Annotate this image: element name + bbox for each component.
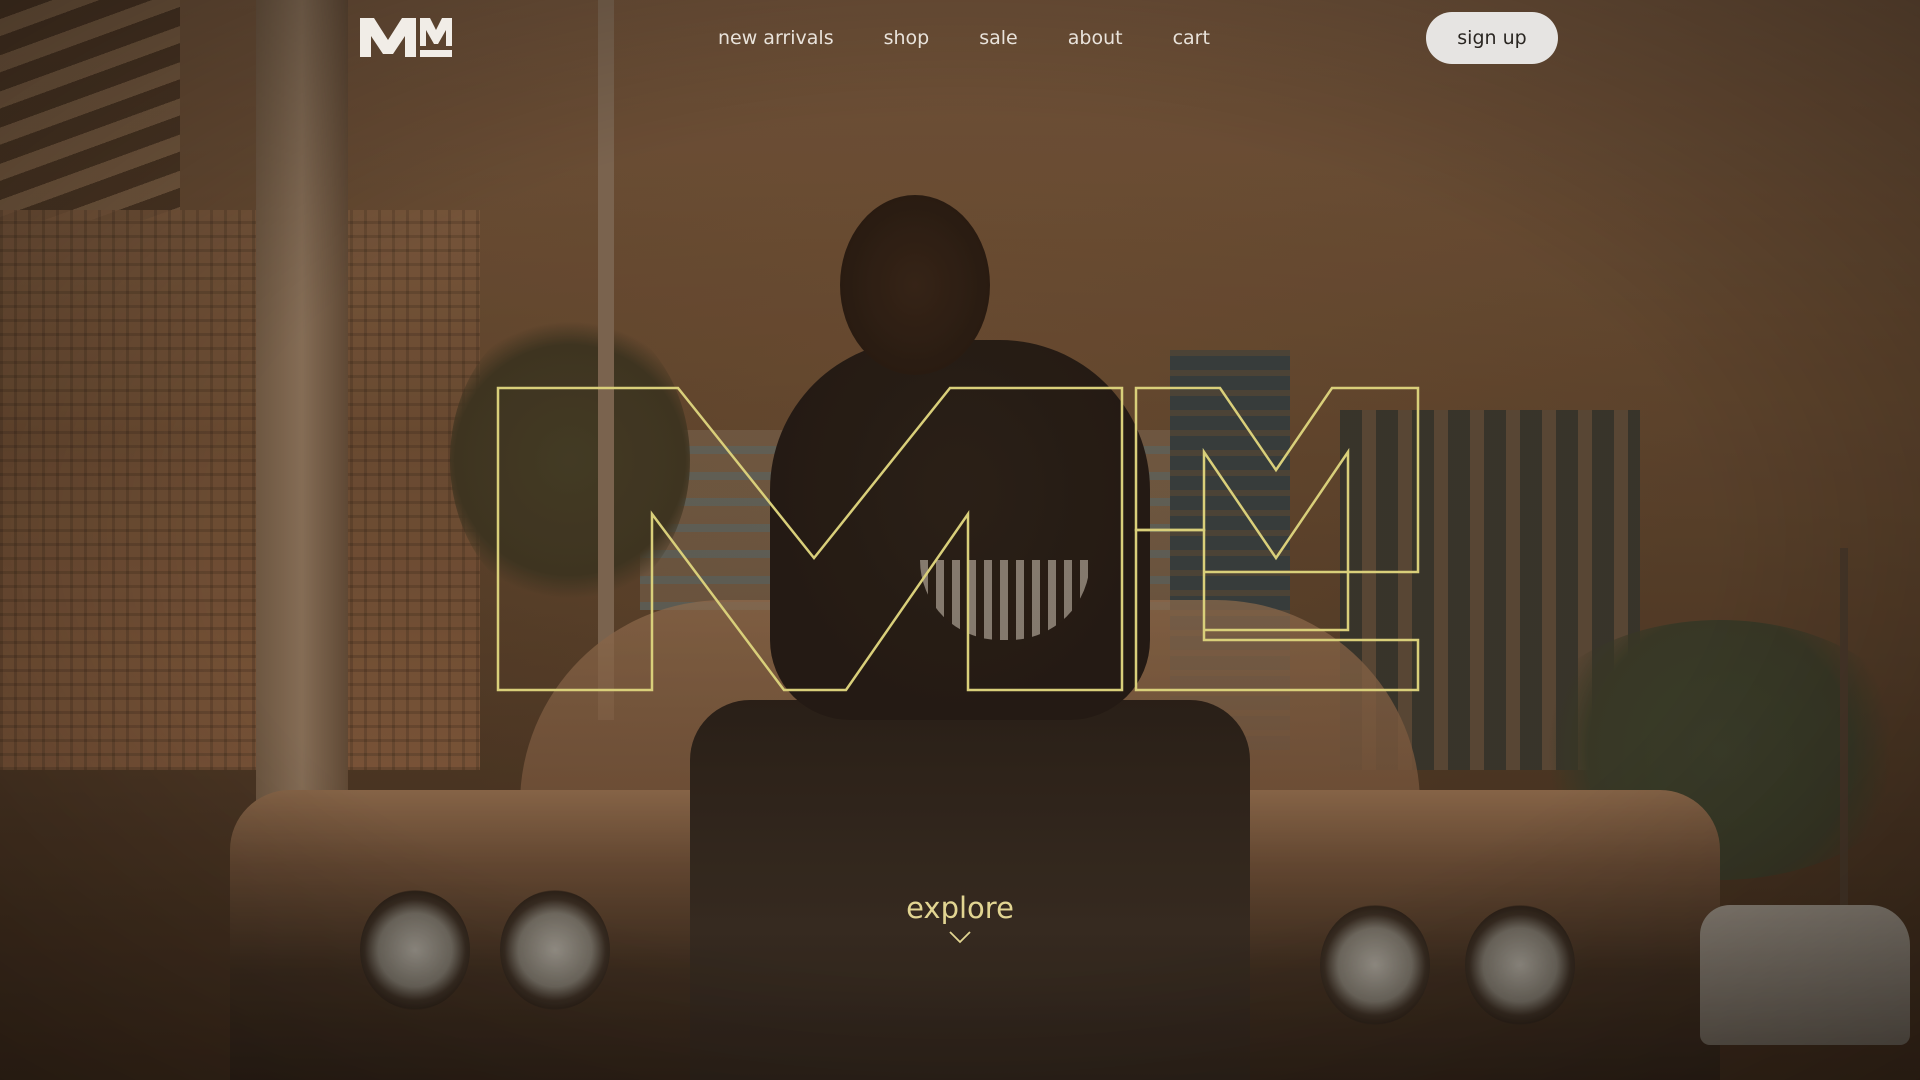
hero-mm-outline-logo (496, 386, 1420, 692)
nav-sale[interactable]: sale (979, 24, 1018, 52)
nav-links: new arrivals shop sale about cart (718, 24, 1260, 52)
nav-new-arrivals[interactable]: new arrivals (718, 24, 834, 52)
nav-about[interactable]: about (1068, 24, 1123, 52)
chevron-down-icon[interactable] (948, 930, 972, 944)
explore-label[interactable]: explore (860, 890, 1060, 926)
explore-cta[interactable]: explore (860, 890, 1060, 944)
mm-logo[interactable] (360, 16, 452, 58)
top-navigation: new arrivals shop sale about cart sign u… (0, 0, 1920, 76)
sign-up-button[interactable]: sign up (1426, 12, 1558, 64)
nav-cart[interactable]: cart (1173, 24, 1210, 52)
nav-shop[interactable]: shop (884, 24, 930, 52)
